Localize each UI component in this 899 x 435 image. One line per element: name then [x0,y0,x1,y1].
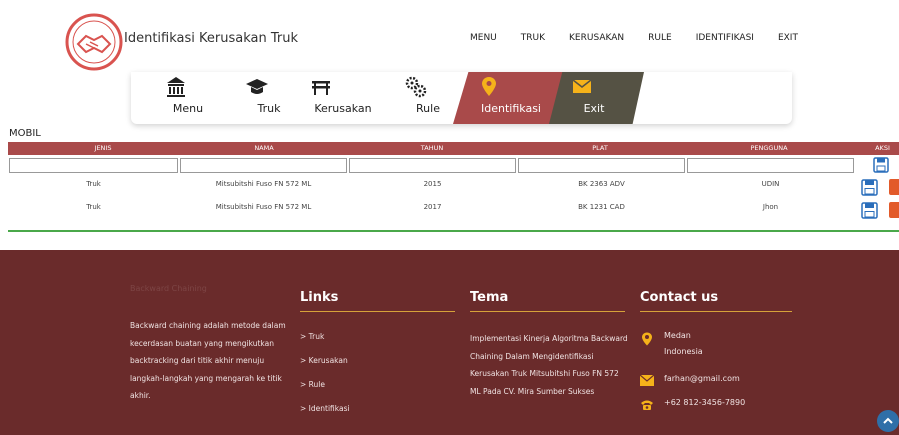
cell-tahun: 2015 [423,180,442,188]
bench-icon [312,81,330,95]
tile-truk-label: Truk [257,102,281,115]
footer-email[interactable]: farhan@gmail.com [664,374,740,383]
footer-contact-rule [640,311,792,312]
cell-nama: Mitsubitshi Fuso FN 572 ML [215,203,312,211]
graduation-cap-icon [246,79,268,94]
edit-save-icon[interactable] [861,202,878,219]
footer-links-rule [300,311,455,312]
col-plat: PLAT [592,144,608,152]
filter-jenis-input[interactable] [9,158,178,173]
filter-nama-input[interactable] [180,158,347,173]
filter-tahun-input[interactable] [349,158,516,173]
cell-tahun: 2017 [423,203,442,211]
bank-icon [167,77,185,97]
tile-menu: Menu Truk Kerusakan Rule Identifikasi Ex… [131,72,792,124]
tile-rule-label: Rule [416,102,440,115]
footer-link-kerusakan[interactable]: > Kerusakan [300,356,348,365]
tile-identifikasi[interactable]: Identifikasi [476,72,546,124]
col-pengguna: PENGGUNA [750,144,788,152]
tile-menu-item[interactable]: Menu [163,72,213,124]
nav-kerusakan[interactable]: KERUSAKAN [569,33,624,43]
page: { "header": { "brand": "Identifikasi Ker… [0,0,899,435]
delete-button[interactable] [889,179,899,195]
section-divider [8,230,899,232]
footer-tema-rule [470,311,625,312]
col-tahun: TAHUN [420,144,444,152]
footer-link-truk[interactable]: > Truk [300,332,324,341]
location-pin-icon [642,332,652,346]
section-label: MOBIL [9,128,41,139]
cell-pengguna: UDIN [761,180,780,188]
table-header: JENIS NAMA TAHUN PLAT PENGGUNA AKSI [8,142,899,155]
tile-menu-label: Menu [172,102,204,115]
footer-phone: +62 812-3456-7890 [664,398,746,407]
footer-about-text: Backward chaining adalah metode dalam ke… [130,321,286,400]
top-nav: MENU TRUK KERUSAKAN RULE IDENTIFIKASI EX… [470,33,798,43]
tile-truk[interactable]: Truk [244,72,294,124]
tile-exit[interactable]: Exit [569,72,619,124]
cell-plat: BK 2363 ADV [578,180,625,188]
footer-tema-heading: Tema [470,290,509,305]
envelope-icon [572,79,592,93]
chevron-up-icon [883,417,893,424]
cell-pengguna: Jhon [762,203,779,211]
tile-kerusakan-label: Kerusakan [314,102,372,115]
edit-save-icon[interactable] [861,179,878,196]
tile-kerusakan[interactable]: Kerusakan [308,72,378,124]
delete-button[interactable] [889,202,899,218]
nav-identifikasi[interactable]: IDENTIFIKASI [696,33,754,43]
footer-about-heading: Backward Chaining [130,284,207,293]
cell-jenis: Truk [86,180,101,188]
footer-link-identifikasi[interactable]: > Identifikasi [300,404,350,413]
footer-tema-text: Implementasi Kinerja Algoritma Backward … [470,334,628,396]
nav-truk[interactable]: TRUK [521,33,545,43]
col-nama: NAMA [254,144,274,152]
site-header: Identifikasi Kerusakan Truk MENU TRUK KE… [0,0,899,72]
cell-nama: Mitsubitshi Fuso FN 572 ML [215,180,312,188]
handshake-logo-icon[interactable] [64,12,124,72]
site-footer: Backward Chaining Backward chaining adal… [0,250,899,435]
phone-icon [641,400,653,410]
map-pin-icon [482,77,496,96]
cell-plat: BK 1231 CAD [578,203,625,211]
filter-save-icon[interactable] [873,157,889,173]
footer-contact-heading: Contact us [640,290,719,305]
brand-title[interactable]: Identifikasi Kerusakan Truk [124,31,298,46]
email-envelope-icon [640,375,654,386]
cell-jenis: Truk [86,203,101,211]
nav-rule[interactable]: RULE [648,33,672,43]
nav-exit[interactable]: EXIT [778,33,798,43]
tile-identifikasi-label: Identifikasi [481,102,541,115]
filter-pengguna-input[interactable] [687,158,854,173]
col-aksi: AKSI [875,144,890,152]
tile-exit-label: Exit [583,102,605,115]
footer-location: Medan Indonesia [664,331,703,356]
scroll-to-top-button[interactable] [877,410,899,432]
col-jenis: JENIS [94,144,112,152]
footer-links-heading: Links [300,290,339,305]
gears-icon [405,76,427,98]
nav-menu[interactable]: MENU [470,33,497,43]
filter-plat-input[interactable] [518,158,685,173]
tile-rule[interactable]: Rule [403,72,453,124]
footer-link-rule[interactable]: > Rule [300,380,325,389]
